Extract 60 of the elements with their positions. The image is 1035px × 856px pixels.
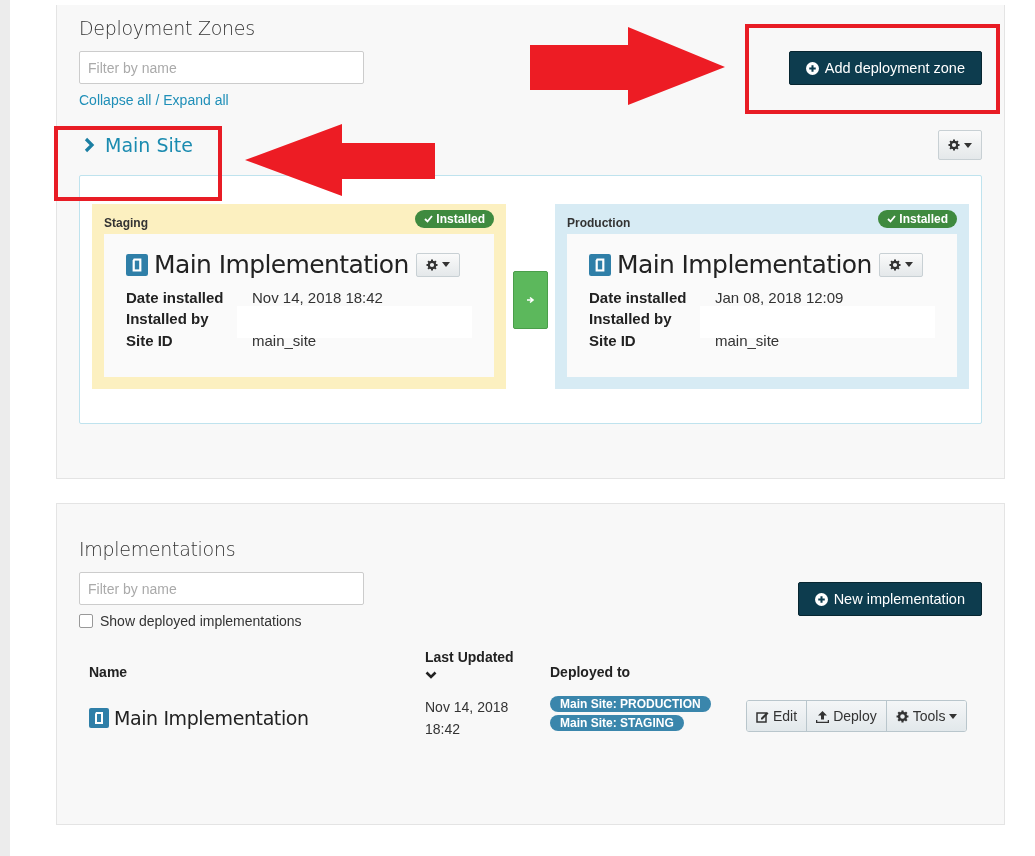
status-badge: Installed [878,210,957,228]
link-separator: / [155,92,160,108]
deploy-button[interactable]: Deploy [807,701,887,731]
detail-label: Date installed [126,289,225,306]
checkbox[interactable] [79,614,93,628]
edit-button[interactable]: Edit [747,701,808,731]
table-cell-text: Nov 14, 2018 18:42 [425,698,510,739]
add-zone-button[interactable]: Add deployment zone [788,51,982,85]
caret-icon [949,713,958,719]
settings-dropdown-button[interactable] [416,252,461,277]
status-badge: Installed [415,210,495,228]
implementation-name: Main Implementation [114,707,309,729]
environment-label: Staging [104,216,148,230]
check-icon [887,215,897,223]
tools-button[interactable]: Tools [886,701,967,731]
caret-icon [905,262,913,267]
filter-field[interactable]: Filter by name [79,51,364,84]
detail-label: Site ID [588,332,637,349]
detail-label: Date installed [588,289,688,306]
document-icon [126,253,148,276]
detail-label: Site ID [126,332,174,349]
settings-dropdown-button[interactable] [938,130,982,160]
caret-icon [442,262,451,267]
column-header[interactable]: Name [89,664,415,680]
column-header[interactable]: Deployed to [550,664,728,680]
implementation-title: Main Implementation [154,250,410,279]
document-icon [89,708,109,728]
settings-icon [895,709,909,723]
upload-icon [816,709,830,723]
checkbox-label: Show deployed implementations [100,613,302,629]
link[interactable]: Collapse all [79,92,152,108]
new-implementation-button[interactable]: New implementation [797,582,982,616]
document-icon [588,253,611,276]
settings-icon [948,139,960,151]
detail-value: Jan 08, 2018 12:09 [714,289,845,306]
deployment-tag: Main Site: PRODUCTION [550,696,711,712]
chevron-icon [84,137,95,153]
settings-icon [889,258,901,271]
plus-circle-icon [805,61,819,75]
detail-label: Installed by [588,310,673,328]
link[interactable]: Expand all [163,92,229,108]
implementation-title: Main Implementation [616,250,873,279]
zone-toggle[interactable]: Main Site [84,134,193,156]
plus-circle-icon [814,592,828,606]
settings-dropdown-button[interactable] [879,252,923,277]
detail-label: Installed by [126,310,210,328]
edit-icon [756,709,769,723]
deployment-tag: Main Site: STAGING [550,715,684,731]
detail-value: Nov 14, 2018 18:42 [252,289,384,306]
detail-value: main_site [252,332,318,349]
caret-icon [964,142,972,148]
settings-icon [426,258,439,271]
section-title: Deployment Zones [79,17,256,39]
detail-value: main_site [714,332,781,349]
environment-label: Production [566,216,631,230]
filter-field[interactable]: Filter by name [79,572,364,605]
arrow-icon [526,296,535,304]
section-title: Implementations [79,538,237,560]
column-header[interactable]: Last Updated [425,649,540,665]
check-icon [424,215,434,223]
